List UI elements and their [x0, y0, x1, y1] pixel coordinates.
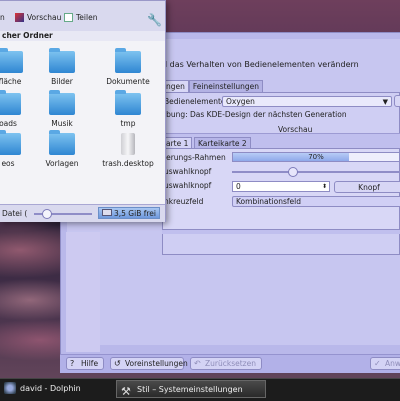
widget-style-select[interactable]: Oxygen ▼: [222, 96, 392, 107]
split-icon: [64, 13, 73, 22]
preview-spinbox[interactable]: 0 ⬍: [232, 181, 330, 192]
file-item[interactable]: Bilder: [32, 48, 92, 86]
preview-combobox[interactable]: Kombinationsfeld: [232, 196, 400, 207]
folder-downloads-icon: [0, 90, 21, 115]
settings-tabbar: ngen Feineinstellungen: [162, 80, 263, 93]
dolphin-window: n Vorschau Teilen 🔧 cher Ordner fläche B…: [0, 0, 166, 222]
chevron-down-icon: ▼: [382, 98, 388, 106]
folder-desktop-icon: [0, 48, 23, 73]
dolphin-toolbar: n Vorschau Teilen 🔧: [0, 1, 165, 32]
defaults-label: Voreinstellungen: [125, 359, 188, 368]
split-label: Teilen: [76, 13, 98, 22]
taskbar-item-settings[interactable]: ⚒ Stil – Systemeinstellungen: [116, 380, 266, 398]
zoom-slider-handle[interactable]: [41, 209, 52, 219]
folder-templates-icon: [49, 130, 75, 155]
reset-label: Zurücksetzen: [205, 359, 256, 368]
file-view: fläche Bilder Dokumente oads Musik tmp e…: [0, 43, 165, 203]
folder-music-icon: [49, 90, 75, 115]
spin-arrows-icon[interactable]: ⬍: [322, 182, 327, 192]
folder-documents-icon: [115, 48, 141, 73]
widget-style-value: Oxygen: [226, 97, 255, 106]
disk-icon: [102, 209, 112, 216]
system-settings-icon: ⚒: [121, 385, 131, 398]
file-name: eos: [1, 159, 15, 168]
file-name: oads: [0, 119, 17, 128]
configure-style-button[interactable]: [394, 95, 400, 107]
preview-progress-bar: 70%: [232, 152, 400, 162]
combo-label: nkreuzfeld: [164, 197, 204, 206]
slider-label: uswahlknopf: [164, 167, 212, 176]
file-name: trash.desktop: [102, 159, 154, 168]
help-icon: ?: [70, 359, 75, 368]
preview-toggle-button[interactable]: Vorschau: [15, 13, 61, 22]
combo-value: Kombinationsfeld: [236, 197, 302, 206]
preview-toggle-label: Vorschau: [27, 13, 62, 22]
apply-button[interactable]: ✓ Anw: [370, 357, 400, 370]
settings-sidebar: [66, 232, 100, 352]
folder-pictures-icon: [49, 48, 75, 73]
preview-slider[interactable]: [232, 171, 400, 173]
apply-label: Anw: [385, 359, 400, 368]
file-name: Musik: [51, 119, 73, 128]
slider-handle[interactable]: [288, 167, 298, 177]
free-space-indicator: 3,5 GiB frei: [98, 207, 160, 219]
apply-icon: ✓: [374, 359, 381, 368]
settings-heading: d das Verhalten von Bedienelementen verä…: [162, 60, 359, 69]
file-name: fläche: [0, 77, 22, 86]
dolphin-statusbar: Datei ( 3,5 GiB frei: [0, 204, 165, 222]
toolbar-item-left[interactable]: n: [0, 13, 5, 22]
preview-icon: [15, 13, 24, 22]
file-item[interactable]: trash.desktop: [98, 133, 158, 168]
dolphin-icon: [4, 382, 16, 394]
file-item[interactable]: tmp: [98, 90, 158, 128]
progress-text: 70%: [308, 153, 324, 161]
trash-icon: [121, 133, 135, 155]
help-button[interactable]: ? Hilfe: [66, 357, 104, 370]
taskbar-item-dolphin[interactable]: david - Dolphin: [0, 380, 112, 398]
free-space-text: 3,5 GiB frei: [114, 209, 156, 218]
help-label: Hilfe: [81, 359, 99, 368]
taskbar-item-label: david - Dolphin: [20, 384, 81, 393]
spinbox-value: 0: [236, 182, 241, 191]
file-name: Vorlagen: [45, 159, 79, 168]
folder-icon: [115, 90, 141, 115]
status-label: Datei (: [2, 209, 28, 218]
taskbar-item-label: Stil – Systemeinstellungen: [137, 385, 243, 394]
progress-label: ierungs-Rahmen: [164, 153, 226, 162]
widget-style-label: Bedienelemente:: [164, 97, 229, 106]
spinbox-label: uswahlknopf: [164, 181, 212, 190]
style-description: ibung: Das KDE-Design der nächsten Gener…: [164, 110, 347, 119]
file-name: tmp: [120, 119, 136, 128]
file-item[interactable]: Dokumente: [98, 48, 158, 86]
file-name: Bilder: [51, 77, 73, 86]
folder-videos-icon: [0, 130, 21, 155]
reset-button[interactable]: ↶ Zurücksetzen: [190, 357, 262, 370]
defaults-button[interactable]: ↺ Voreinstellungen: [110, 357, 188, 370]
defaults-icon: ↺: [114, 359, 121, 368]
file-name: Dokumente: [106, 77, 150, 86]
location-breadcrumb: cher Ordner: [0, 31, 165, 41]
preview-push-button[interactable]: Knopf: [334, 181, 400, 193]
file-item[interactable]: Vorlagen: [32, 130, 92, 168]
reset-icon: ↶: [194, 359, 201, 368]
file-item[interactable]: Musik: [32, 90, 92, 128]
split-view-button[interactable]: Teilen: [64, 13, 97, 22]
wrench-icon[interactable]: 🔧: [147, 13, 162, 27]
